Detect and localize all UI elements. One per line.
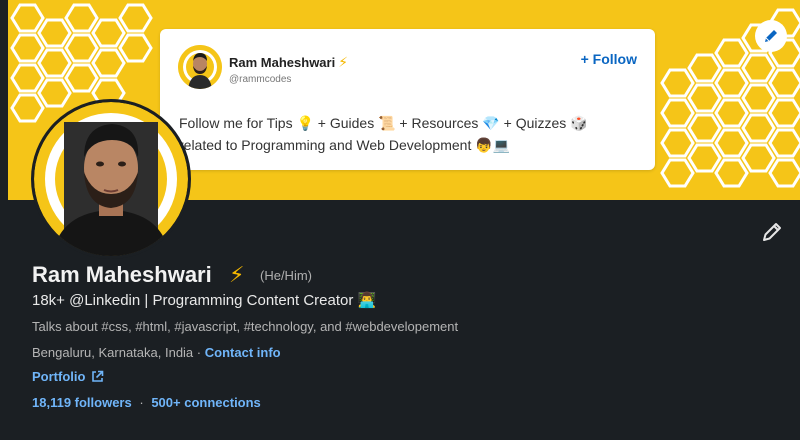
network-stats: 18,119 followers · 500+ connections <box>32 395 261 410</box>
pencil-icon <box>765 30 777 42</box>
card-name: Ram Maheshwari ⚡ <box>229 54 349 70</box>
pronouns: (He/Him) <box>260 268 312 283</box>
card-avatar <box>178 45 222 89</box>
person-photo-icon <box>178 45 222 89</box>
pencil-icon <box>763 223 781 241</box>
profile-name: Ram Maheshwari <box>32 262 212 287</box>
location: Bengaluru, Karnataka, India <box>32 345 194 360</box>
portfolio-label: Portfolio <box>32 369 86 384</box>
followers-link[interactable]: 18,119 followers <box>32 395 132 410</box>
banner-profile-card: Ram Maheshwari ⚡ @rammcodes + Follow Foll… <box>160 29 655 170</box>
portfolio-link[interactable]: Portfolio <box>32 369 104 384</box>
card-handle: @rammcodes <box>229 74 292 85</box>
contact-info-link[interactable]: Contact info <box>205 345 281 360</box>
external-link-icon <box>92 370 104 382</box>
separator-dot: · <box>196 345 202 360</box>
follow-button[interactable]: + Follow <box>581 51 637 67</box>
edit-profile-button[interactable] <box>757 217 787 247</box>
talks-about: Talks about #css, #html, #javascript, #t… <box>32 319 459 334</box>
profile-avatar[interactable] <box>31 99 191 259</box>
card-description-line: related to Programming and Web Developme… <box>179 137 511 153</box>
lightning-bolt-icon: ⚡ <box>338 54 349 70</box>
profile-photo <box>34 102 188 256</box>
connections-link[interactable]: 500+ connections <box>151 395 260 410</box>
edit-banner-button[interactable] <box>755 20 787 52</box>
profile-headline: 18k+ @Linkedin | Programming Content Cre… <box>32 292 377 309</box>
separator-dot: · <box>139 395 144 410</box>
card-description: Follow me for Tips 💡 + Guides 📜 + Resour… <box>179 112 639 156</box>
lightning-bolt-icon: ⚡ <box>229 262 245 287</box>
card-description-line: Follow me for Tips 💡 + Guides 📜 + Resour… <box>179 115 588 131</box>
banner-edge <box>0 0 8 200</box>
location-line: Bengaluru, Karnataka, India · Contact in… <box>32 345 281 360</box>
